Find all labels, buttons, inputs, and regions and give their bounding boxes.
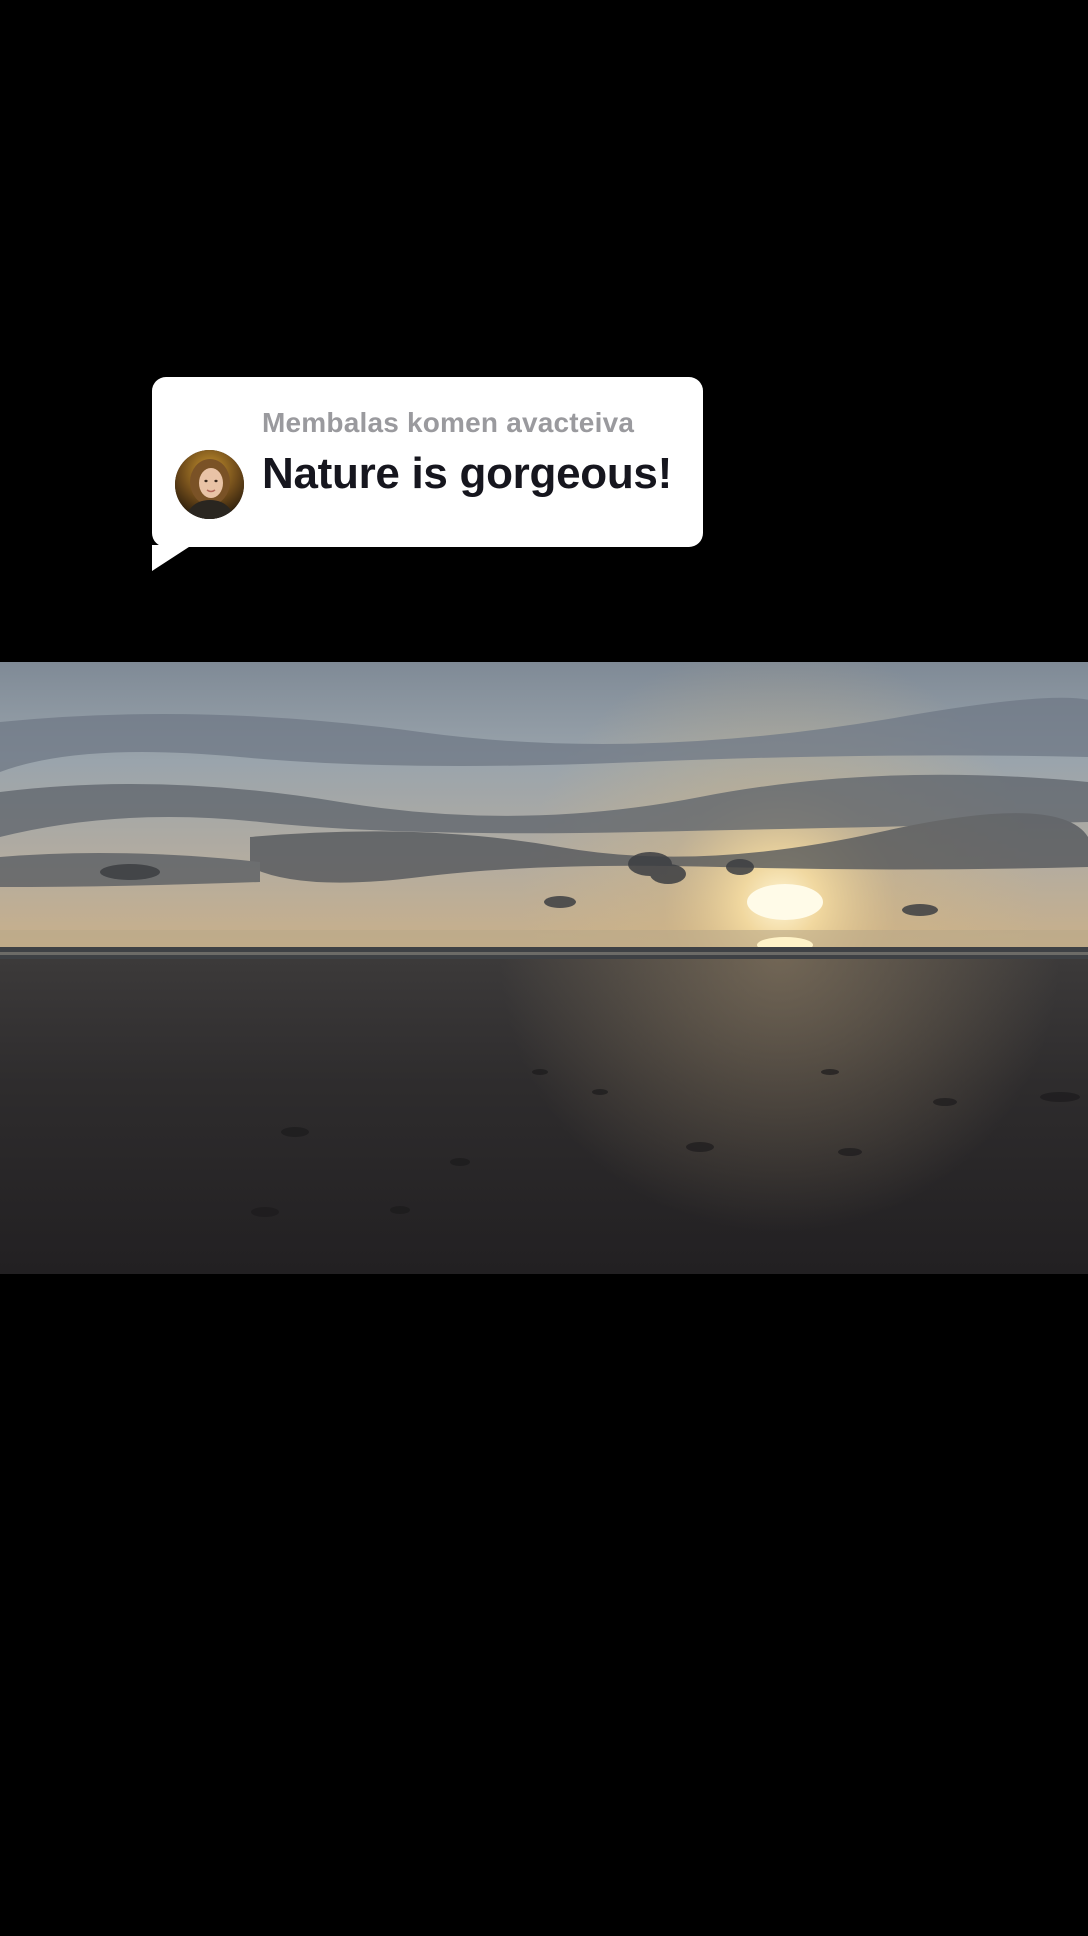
sticker-tail <box>152 545 192 571</box>
reply-header: Membalas komen avacteiva <box>262 407 635 438</box>
comment-text: Nature is gorgeous! <box>262 449 672 498</box>
avatar-photo-icon <box>175 450 244 519</box>
avatar <box>175 450 244 519</box>
reply-comment-sticker[interactable]: Membalas komen avacteiva Nature is gorge… <box>152 377 703 571</box>
video-frame[interactable] <box>0 662 1088 1274</box>
video-screen[interactable]: Membalas komen avacteiva Nature is gorge… <box>0 0 1088 1936</box>
beach-sunset-image <box>0 662 1088 1274</box>
